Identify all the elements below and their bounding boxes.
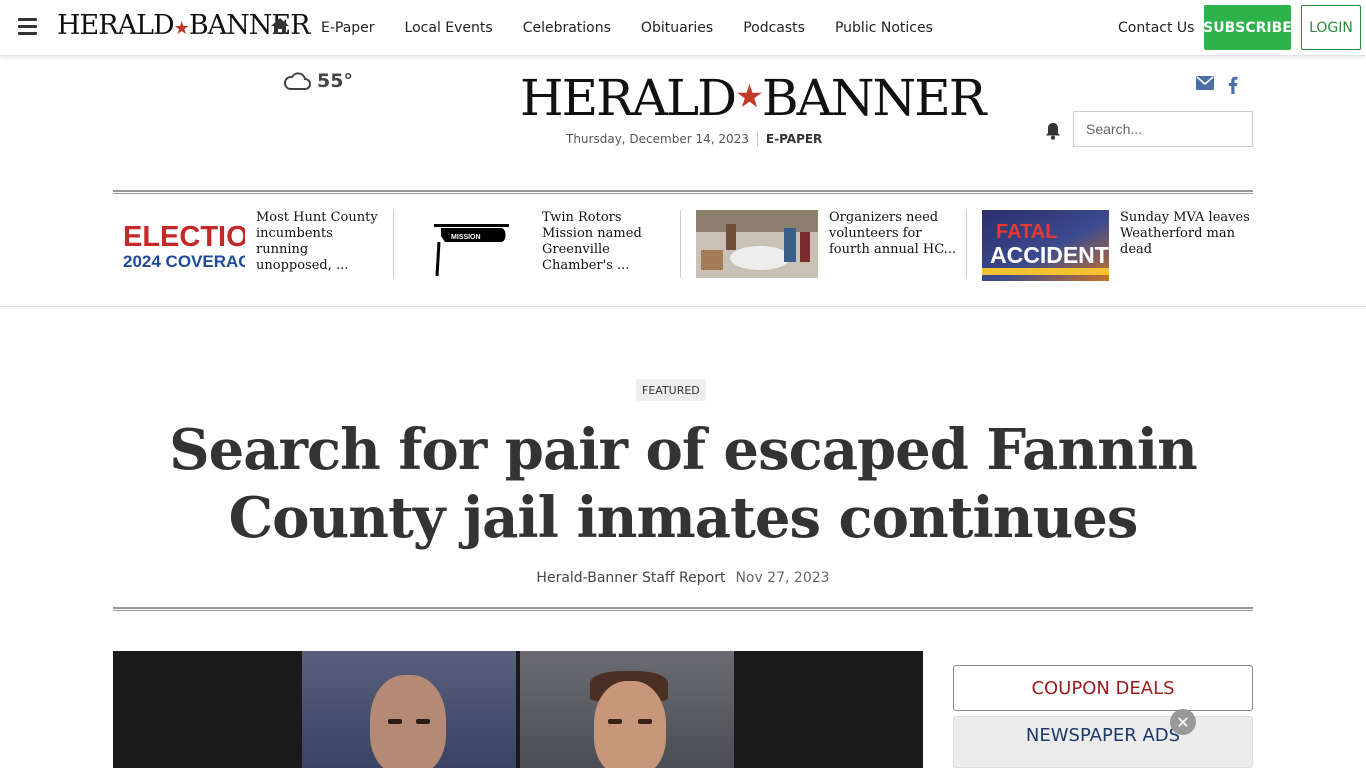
nav-obituaries[interactable]: Obituaries [641, 20, 713, 36]
close-icon[interactable]: ✕ [1170, 709, 1196, 735]
thumb-fatal-text: FATAL [996, 221, 1057, 243]
thumb-election-text: ELECTION [123, 221, 245, 253]
teaser-separator [393, 210, 394, 278]
masthead-logo-right: BANNER [761, 69, 986, 127]
teaser-item[interactable]: ELECTION 2024 COVERAGE Most Hunt County … [123, 210, 388, 280]
weather-widget[interactable]: 55° [283, 70, 353, 92]
facebook-icon[interactable] [1228, 76, 1238, 94]
teaser-title[interactable]: Sunday MVA leaves Weatherford man dead [1120, 210, 1260, 280]
mugshot-left [302, 651, 516, 768]
weather-temperature: 55° [317, 70, 353, 92]
login-button[interactable]: LOGIN [1301, 5, 1361, 50]
teaser-item[interactable]: FATAL ACCIDENT Sunday MVA leaves Weather… [982, 210, 1260, 281]
teaser-separator [966, 210, 967, 278]
subscribe-button[interactable]: SUBSCRIBE [1203, 5, 1292, 50]
nav-celebrations[interactable]: Celebrations [523, 20, 611, 36]
social-links [1196, 76, 1238, 94]
contact-us-link[interactable]: Contact Us [1118, 20, 1194, 36]
masthead-star-icon: ★ [735, 77, 764, 115]
section-divider [113, 607, 1253, 611]
nav-podcasts[interactable]: Podcasts [743, 20, 805, 36]
mugshot-right [520, 651, 734, 768]
featured-badge[interactable]: FEATURED [636, 379, 706, 401]
section-divider [113, 190, 1253, 194]
menu-icon[interactable] [18, 18, 37, 35]
coupon-deals-button[interactable]: COUPON DEALS [953, 665, 1253, 711]
divider [756, 131, 758, 147]
section-divider [0, 306, 1366, 307]
logo-star-icon: ★ [173, 18, 190, 39]
teaser-thumbnail[interactable] [696, 210, 818, 278]
main-nav: E-Paper Local Events Celebrations Obitua… [321, 20, 933, 36]
publish-date: Nov 27, 2023 [735, 570, 830, 586]
newspaper-ads-button[interactable]: NEWSPAPER ADS [953, 716, 1253, 768]
thumb-accident-text: ACCIDENT [990, 242, 1109, 268]
current-date: Thursday, December 14, 2023 [566, 132, 749, 146]
dateline: Thursday, December 14, 2023 E-PAPER [566, 131, 822, 147]
notification-bell-icon[interactable] [1045, 122, 1061, 140]
author-link[interactable]: Herald-Banner Staff Report [536, 570, 725, 586]
teaser-separator [680, 210, 681, 278]
top-navigation-bar: HERALD★BANNER E-Paper Local Events Celeb… [0, 0, 1366, 56]
teaser-title[interactable]: Twin Rotors Mission named Greenville Cha… [542, 210, 674, 280]
article-photo[interactable] [113, 651, 923, 768]
thumb-coverage-text: 2024 COVERAGE [123, 252, 245, 271]
teaser-title[interactable]: Organizers need volunteers for fourth an… [829, 210, 961, 280]
teaser-thumbnail[interactable]: ELECTION 2024 COVERAGE [123, 210, 245, 278]
teaser-item[interactable]: MISSION Twin Rotors Mission named Greenv… [409, 210, 674, 280]
teaser-title[interactable]: Most Hunt County incumbents running unop… [256, 210, 388, 280]
epaper-link[interactable]: E-PAPER [766, 132, 822, 146]
email-icon[interactable] [1196, 76, 1214, 90]
search-input[interactable] [1073, 111, 1253, 147]
logo-text-right: BANNER [188, 10, 311, 41]
nav-public-notices[interactable]: Public Notices [835, 20, 933, 36]
logo-text-left: HERALD [57, 10, 175, 41]
article-headline: Search for pair of escaped Fannin County… [169, 417, 1198, 551]
nav-local-events[interactable]: Local Events [405, 20, 493, 36]
headline-teasers: ELECTION 2024 COVERAGE Most Hunt County … [113, 202, 1266, 292]
teaser-item[interactable]: Organizers need volunteers for fourth an… [696, 210, 961, 280]
home-icon[interactable] [270, 17, 290, 35]
thumb-mission-text: MISSION [451, 234, 481, 241]
cloud-icon [283, 72, 311, 90]
nav-epaper[interactable]: E-Paper [321, 20, 375, 36]
masthead-logo-left: HERALD [520, 69, 737, 127]
teaser-thumbnail[interactable]: FATAL ACCIDENT [982, 210, 1109, 281]
byline: Herald-Banner Staff Report Nov 27, 2023 [0, 570, 1366, 586]
teaser-thumbnail[interactable]: MISSION [409, 210, 531, 278]
masthead-logo[interactable]: HERALD★BANNER [520, 66, 986, 128]
